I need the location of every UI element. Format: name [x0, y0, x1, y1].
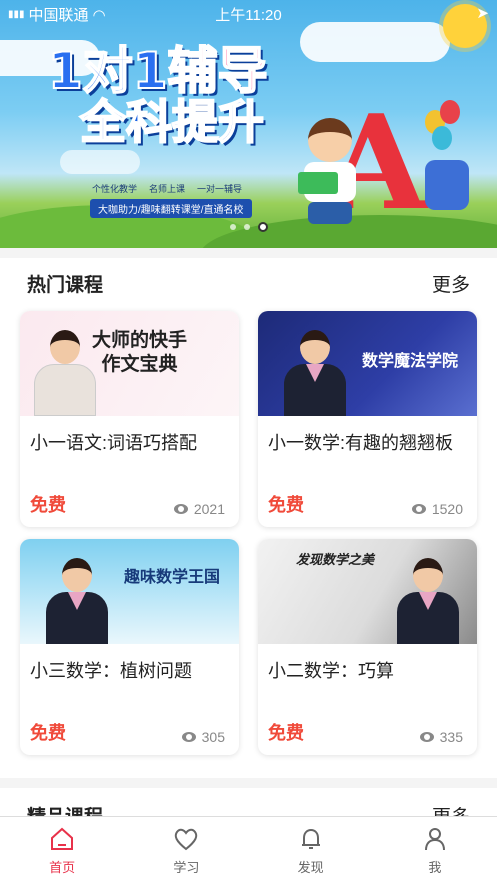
- teacher-photo: [393, 552, 463, 644]
- view-count: 305: [181, 729, 225, 745]
- thumbnail-caption: 大师的快手 作文宝典: [92, 330, 188, 375]
- teacher-photo: [280, 324, 350, 416]
- eye-icon: [411, 504, 426, 514]
- banner-title: 1对1辅导 全科提升: [47, 42, 269, 149]
- view-count: 1520: [411, 501, 463, 517]
- course-thumbnail: 数学魔法学院: [258, 311, 477, 416]
- tab-me[interactable]: 我: [373, 817, 497, 883]
- status-bar: ▮▮▮ 中国联通 ◠ 上午11:20 ➤: [0, 0, 497, 26]
- course-price: 免费: [30, 495, 66, 515]
- eye-icon: [419, 732, 434, 742]
- thumbnail-caption: 趣味数学王国: [124, 569, 221, 586]
- section-title: 热门课程: [27, 275, 104, 296]
- view-count: 2021: [173, 501, 225, 517]
- promo-banner[interactable]: ▮▮▮ 中国联通 ◠ 上午11:20 ➤ 1对1辅导 全科提升 个性化教学 名师…: [0, 0, 497, 248]
- banner-tag: 一对一辅导: [197, 184, 243, 194]
- balloon-illustration: [440, 100, 460, 124]
- course-title: 小二数学：巧算: [268, 661, 394, 681]
- banner-title-part1: 1对1: [47, 42, 169, 100]
- course-thumbnail: 发现数学之美: [258, 539, 477, 644]
- teacher-photo: [42, 552, 112, 644]
- heart-icon: [175, 828, 198, 851]
- status-time: 上午11:20: [215, 7, 282, 24]
- carousel-dot[interactable]: [243, 224, 250, 230]
- course-price: 免费: [30, 723, 66, 743]
- banner-title-part2: 辅导: [167, 42, 269, 100]
- view-count-value: 1520: [431, 501, 463, 517]
- home-icon: [51, 827, 74, 850]
- view-count: 335: [419, 729, 463, 745]
- view-count-value: 2021: [193, 501, 225, 517]
- cloud-decoration: [60, 150, 140, 174]
- tab-label: 学习: [173, 860, 200, 875]
- carousel-dot-active[interactable]: [257, 222, 268, 232]
- carousel-indicator[interactable]: [0, 222, 497, 232]
- course-card[interactable]: 大师的快手 作文宝典 小一语文:词语巧搭配 免费 2021: [20, 311, 239, 527]
- banner-tags: 个性化教学 名师上课 一对一辅导: [92, 182, 242, 195]
- location-icon: ➤: [476, 5, 489, 22]
- tab-discover[interactable]: 发现: [249, 817, 373, 883]
- banner-title-line2: 全科提升: [79, 94, 265, 149]
- view-count-value: 305: [201, 729, 225, 745]
- bottom-tab-bar: 首页 学习 发现 我: [0, 816, 497, 883]
- backpack-illustration: [425, 160, 469, 210]
- banner-subtitle: 大咖助力/趣味翻转课堂/直通名校: [90, 199, 252, 218]
- view-count-value: 335: [439, 729, 463, 745]
- course-title: 小三数学：植树问题: [30, 661, 192, 681]
- bell-icon: [301, 828, 320, 849]
- course-card[interactable]: 数学魔法学院 小一数学:有趣的翘翘板 免费 1520: [258, 311, 477, 527]
- tab-label: 发现: [297, 860, 324, 875]
- course-card[interactable]: 发现数学之美 小二数学：巧算 免费 335: [258, 539, 477, 755]
- balloon-illustration: [432, 126, 452, 150]
- banner-tag: 名师上课: [149, 184, 186, 194]
- course-title: 小一语文:词语巧搭配: [30, 433, 198, 453]
- thumbnail-caption: 发现数学之美: [296, 552, 375, 567]
- banner-tag: 个性化教学: [92, 184, 138, 194]
- user-icon: [424, 828, 445, 851]
- course-title: 小一数学:有趣的翘翘板: [268, 433, 453, 453]
- thumbnail-caption: 数学魔法学院: [362, 353, 459, 370]
- hot-courses-section: 热门课程 更多 大师的快手 作文宝典 小一语文:词语巧搭配 免费 2021 数学…: [0, 258, 497, 778]
- eye-icon: [181, 732, 196, 742]
- course-card[interactable]: 趣味数学王国 小三数学：植树问题 免费 305: [20, 539, 239, 755]
- teacher-photo: [30, 324, 100, 416]
- cloud-decoration: [300, 22, 450, 62]
- tab-label: 首页: [49, 860, 76, 875]
- tab-home[interactable]: 首页: [0, 817, 124, 883]
- course-thumbnail: 趣味数学王国: [20, 539, 239, 644]
- eye-icon: [173, 504, 188, 514]
- course-price: 免费: [268, 495, 304, 515]
- kid-reading-illustration: [298, 118, 364, 228]
- course-thumbnail: 大师的快手 作文宝典: [20, 311, 239, 416]
- carousel-dot[interactable]: [229, 224, 236, 230]
- more-link[interactable]: 更多: [432, 270, 470, 297]
- course-price: 免费: [268, 723, 304, 743]
- tab-label: 我: [428, 860, 442, 875]
- tab-study[interactable]: 学习: [124, 817, 248, 883]
